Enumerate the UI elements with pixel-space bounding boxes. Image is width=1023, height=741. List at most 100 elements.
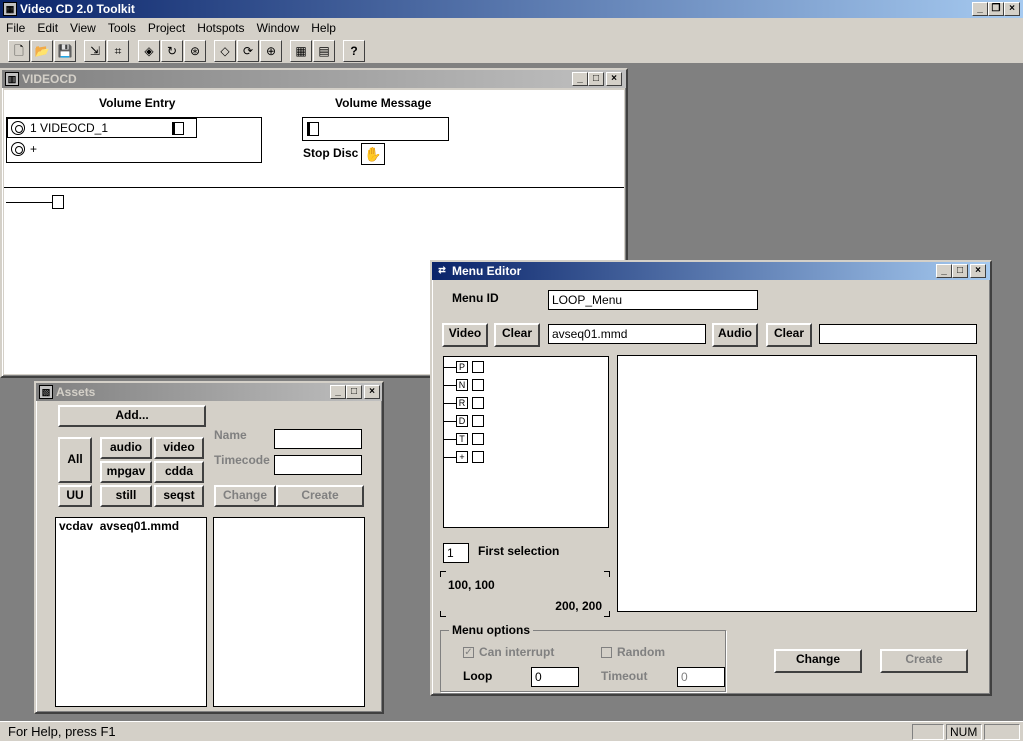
assets-maximize-button[interactable]: □ <box>346 385 362 399</box>
network-icon[interactable]: ⊕ <box>260 40 282 62</box>
grid-icon[interactable]: ▦ <box>290 40 312 62</box>
menu-window[interactable]: Window <box>251 18 306 38</box>
menu-hotspots[interactable]: Hotspots <box>191 18 250 38</box>
menu-options-label: Menu options <box>449 623 533 637</box>
tree-node-t-child[interactable] <box>472 433 484 445</box>
still-type-button[interactable]: still <box>100 485 152 507</box>
menu-project[interactable]: Project <box>142 18 191 38</box>
tree-node-d-child[interactable] <box>472 415 484 427</box>
app-icon[interactable]: ▦ <box>3 2 17 16</box>
tree-node-p-child[interactable] <box>472 361 484 373</box>
close-button[interactable]: × <box>1004 2 1020 16</box>
open-folder-icon[interactable]: 📂 <box>31 40 53 62</box>
timeline-node-icon[interactable] <box>52 195 64 209</box>
audio-file-field[interactable] <box>819 324 977 344</box>
minimize-button[interactable]: _ <box>972 2 988 16</box>
globe-icon[interactable]: ⊛ <box>184 40 206 62</box>
add-asset-button[interactable]: Add... <box>58 405 206 427</box>
tree-node-t[interactable]: T <box>456 433 468 445</box>
first-selection-field[interactable]: 1 <box>443 543 469 563</box>
cdda-type-button[interactable]: cdda <box>154 461 204 483</box>
list-item[interactable]: vcdav avseq01.mmd <box>56 518 206 534</box>
videocd-minimize-button[interactable]: _ <box>572 72 588 86</box>
asset-list[interactable]: vcdav avseq01.mmd <box>55 517 207 707</box>
videocd-maximize-button[interactable]: □ <box>588 72 604 86</box>
tree-node-p[interactable]: P <box>456 361 468 373</box>
menu-editor-icon[interactable]: ⇄ <box>435 264 449 278</box>
menu-view[interactable]: View <box>64 18 102 38</box>
import-icon[interactable]: ⇲ <box>84 40 106 62</box>
target-icon[interactable]: ◈ <box>138 40 160 62</box>
volume-message-box[interactable] <box>302 117 449 141</box>
mpgav-type-button[interactable]: mpgav <box>100 461 152 483</box>
status-help-text: For Help, press F1 <box>8 724 116 739</box>
audio-clear-button[interactable]: Clear <box>766 323 812 347</box>
tree-node-n-child[interactable] <box>472 379 484 391</box>
can-interrupt-checkbox[interactable]: ✓ <box>463 647 474 658</box>
tree-node-n[interactable]: N <box>456 379 468 391</box>
stop-disc-label: Stop Disc <box>303 146 359 160</box>
menu-help[interactable]: Help <box>305 18 342 38</box>
form-icon[interactable]: ▤ <box>313 40 335 62</box>
video-file-field[interactable]: avseq01.mmd <box>548 324 706 344</box>
video-type-button[interactable]: video <box>154 437 204 459</box>
volume-entry-row[interactable]: 1 VIDEOCD_1 <box>7 118 197 138</box>
diamond-icon[interactable]: ◇ <box>214 40 236 62</box>
add-entry-label[interactable]: + <box>30 142 37 156</box>
random-checkbox[interactable] <box>601 647 612 658</box>
disc-add-icon[interactable] <box>11 142 25 156</box>
menu-bar: File Edit View Tools Project Hotspots Window He… <box>0 18 1023 38</box>
menu-editor-close-button[interactable]: × <box>970 264 986 278</box>
videocd-close-button[interactable]: × <box>606 72 622 86</box>
menu-preview-panel[interactable] <box>617 355 977 612</box>
hand-stop-icon[interactable]: ✋ <box>361 143 385 165</box>
toolbar: 🗋 📂 💾 ⇲ ⌗ ◈ ↻ ⊛ ◇ ⟳ ⊕ ▦ ▤ ? <box>0 38 1023 64</box>
rotate-icon[interactable]: ↻ <box>161 40 183 62</box>
asset-create-button[interactable]: Create <box>276 485 364 507</box>
timecode-field[interactable] <box>274 455 362 475</box>
menu-editor-minimize-button[interactable]: _ <box>936 264 952 278</box>
asset-name-field[interactable] <box>274 429 362 449</box>
asset-detail-list[interactable] <box>213 517 365 707</box>
menu-tools[interactable]: Tools <box>102 18 142 38</box>
menu-editor-maximize-button[interactable]: □ <box>952 264 968 278</box>
assets-minimize-button[interactable]: _ <box>330 385 346 399</box>
uu-button[interactable]: UU <box>58 485 92 507</box>
menu-id-field[interactable]: LOOP_Menu <box>548 290 758 310</box>
menu-edit[interactable]: Edit <box>31 18 64 38</box>
status-pane-num: NUM <box>946 724 982 740</box>
tree-node-add[interactable]: + <box>456 451 468 463</box>
status-pane-scroll <box>984 724 1020 740</box>
menu-change-button[interactable]: Change <box>774 649 862 673</box>
audio-button[interactable]: Audio <box>712 323 758 347</box>
restore-button[interactable]: ❐ <box>988 2 1004 16</box>
timeout-field[interactable]: 0 <box>677 667 725 687</box>
tree-node-r-child[interactable] <box>472 397 484 409</box>
can-interrupt-label: Can interrupt <box>479 645 555 659</box>
seqst-type-button[interactable]: seqst <box>154 485 204 507</box>
asset-change-button[interactable]: Change <box>214 485 276 507</box>
menu-file[interactable]: File <box>0 18 31 38</box>
menu-tree-panel[interactable]: P N R D T + <box>443 356 609 528</box>
assets-icon[interactable]: ▧ <box>39 385 53 399</box>
assets-close-button[interactable]: × <box>364 385 380 399</box>
all-button[interactable]: All <box>58 437 92 483</box>
tree-node-d[interactable]: D <box>456 415 468 427</box>
refresh-icon[interactable]: ⟳ <box>237 40 259 62</box>
timeline-line <box>6 202 52 203</box>
tree-node-r[interactable]: R <box>456 397 468 409</box>
help-icon[interactable]: ? <box>343 40 365 62</box>
video-clear-button[interactable]: Clear <box>494 323 540 347</box>
audio-type-button[interactable]: audio <box>100 437 152 459</box>
hotspot-icon[interactable]: ⌗ <box>107 40 129 62</box>
video-button[interactable]: Video <box>442 323 488 347</box>
save-icon[interactable]: 💾 <box>54 40 76 62</box>
new-file-icon[interactable]: 🗋 <box>8 40 30 62</box>
message-node-icon <box>307 122 319 136</box>
film-icon[interactable]: ▥ <box>5 72 19 86</box>
tree-node-add-child[interactable] <box>472 451 484 463</box>
menu-create-button[interactable]: Create <box>880 649 968 673</box>
loop-field[interactable]: 0 <box>531 667 579 687</box>
volume-entry-box: 1 VIDEOCD_1 + <box>6 117 262 163</box>
timeout-label: Timeout <box>601 669 648 683</box>
